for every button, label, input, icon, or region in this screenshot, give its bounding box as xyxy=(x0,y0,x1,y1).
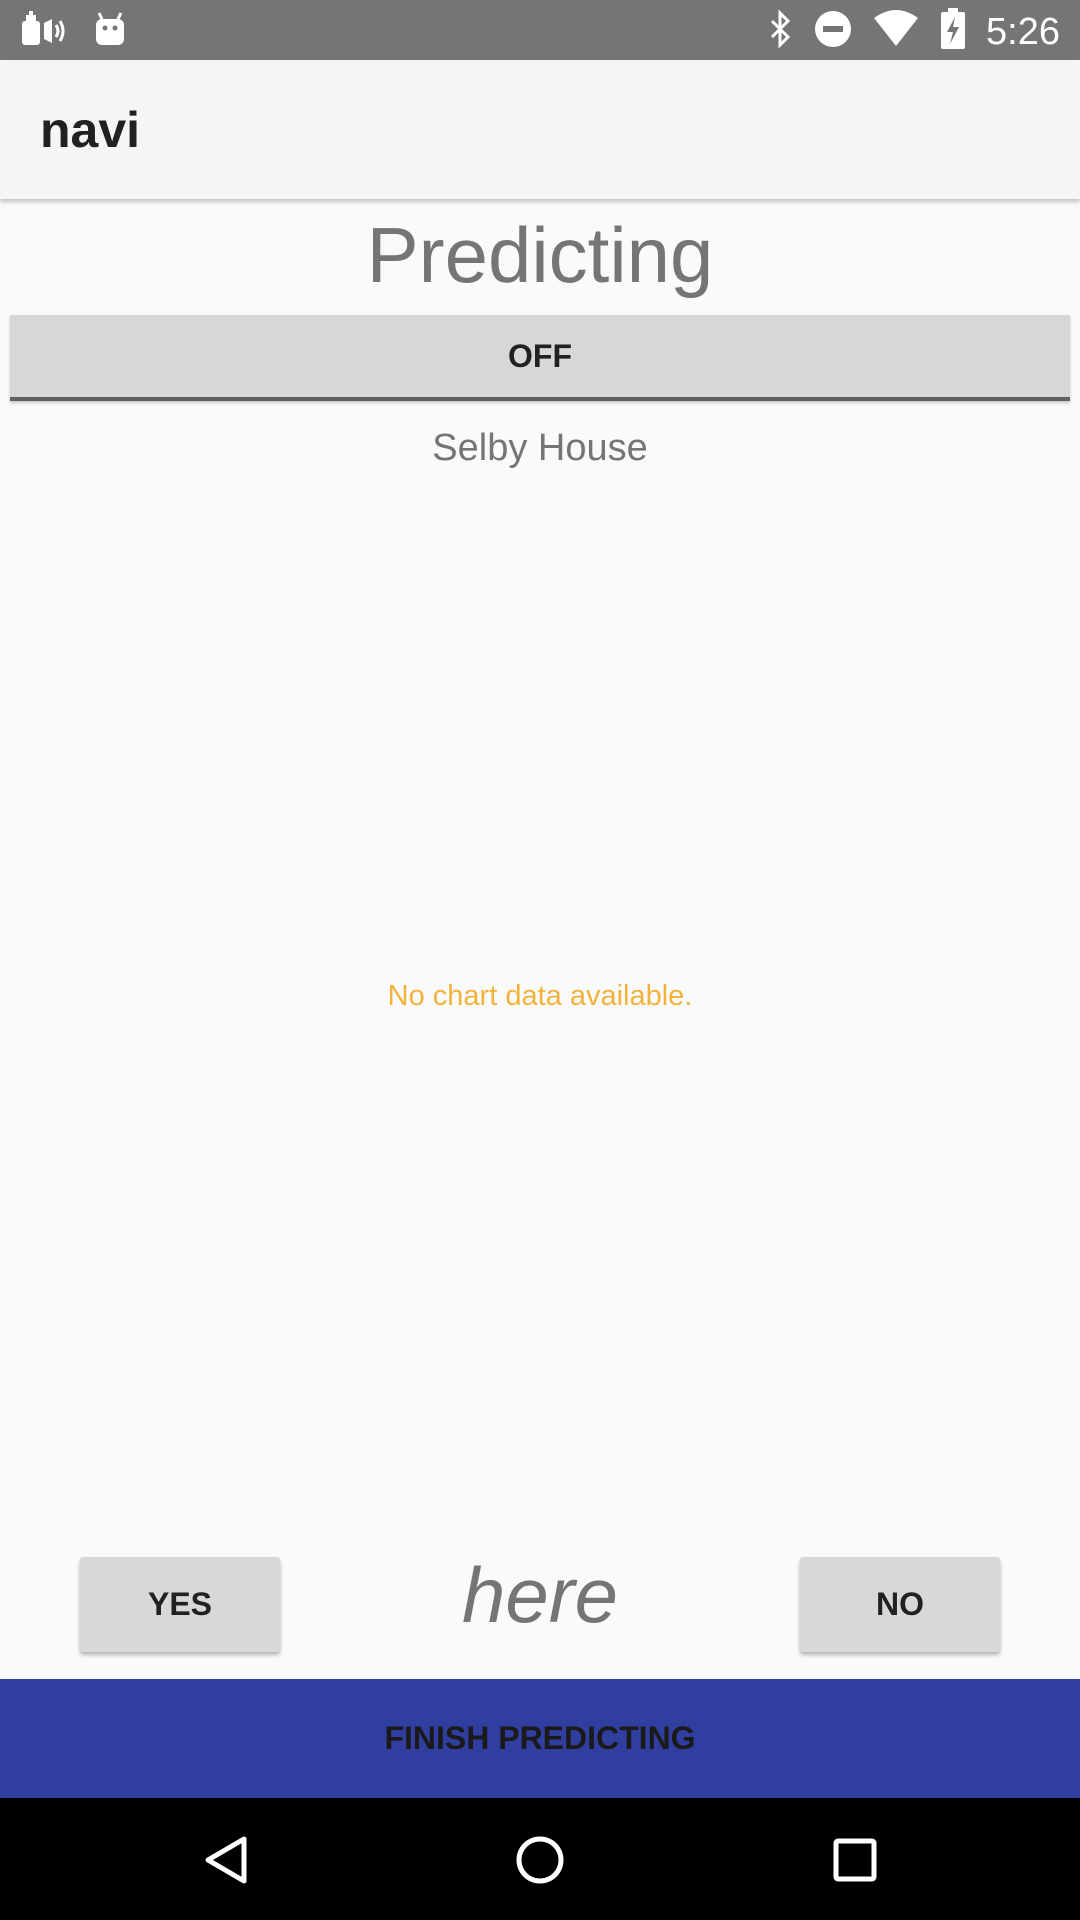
page-heading: Predicting xyxy=(366,211,714,299)
finish-predicting-button[interactable]: FINISH PREDICTING xyxy=(0,1679,1080,1798)
back-icon[interactable] xyxy=(192,1825,262,1895)
home-icon[interactable] xyxy=(505,1825,575,1895)
app-title: navi xyxy=(40,102,141,158)
no-button[interactable]: NO xyxy=(800,1557,1000,1652)
empty-chart-message: No chart data available. xyxy=(387,980,693,1012)
android-icon xyxy=(94,11,126,52)
battery-charging-icon xyxy=(940,8,966,55)
recents-icon[interactable] xyxy=(820,1825,890,1895)
wifi-icon xyxy=(872,10,920,53)
app-bar: navi xyxy=(0,60,1080,199)
predicting-toggle-button[interactable]: OFF xyxy=(10,315,1070,401)
status-time: 5:26 xyxy=(986,10,1060,53)
do-not-disturb-icon xyxy=(814,10,852,53)
location-label: Selby House xyxy=(432,427,648,469)
notification-speaker-icon xyxy=(20,9,66,54)
status-bar: 5:26 xyxy=(0,0,1080,60)
bluetooth-icon xyxy=(768,9,794,54)
navigation-bar xyxy=(0,1798,1080,1920)
